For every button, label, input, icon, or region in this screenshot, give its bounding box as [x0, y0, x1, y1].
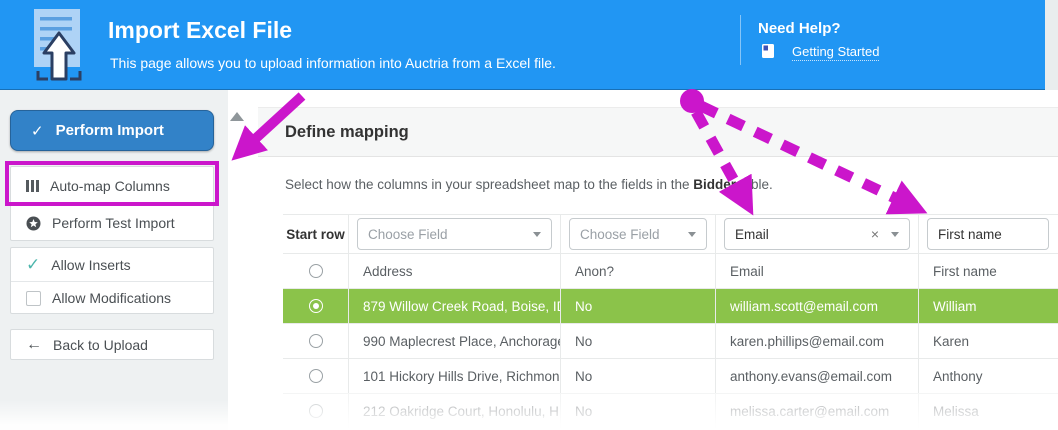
define-mapping-panel: Define mapping Select how the columns in… [258, 90, 1058, 430]
allow-modifications-toggle[interactable]: Allow Modifications [11, 282, 213, 314]
left-arrow-icon: ← [26, 335, 42, 353]
field-mapping-row: Start row Choose Field Choose Field Emai… [283, 214, 1058, 253]
start-row-radio[interactable] [308, 369, 323, 383]
document-upload-icon [22, 7, 86, 88]
perform-test-import-button[interactable]: Perform Test Import [11, 205, 213, 241]
mapping-instruction: Select how the columns in your spreadshe… [285, 177, 773, 192]
panel-title: Define mapping [258, 107, 1058, 157]
header-right-strip [1045, 0, 1058, 90]
chevron-down-icon [891, 231, 899, 237]
start-row-radio-selected[interactable] [308, 299, 323, 313]
start-row-radio[interactable] [308, 404, 323, 418]
perform-import-label: Perform Import [55, 122, 164, 139]
perform-test-import-label: Perform Test Import [52, 215, 175, 231]
back-to-upload-button[interactable]: ← Back to Upload [11, 330, 213, 359]
allow-inserts-toggle[interactable]: ✓ Allow Inserts [11, 248, 213, 281]
chevron-down-icon [533, 231, 541, 237]
back-to-upload-label: Back to Upload [53, 336, 148, 353]
automap-columns-label: Auto-map Columns [50, 177, 170, 194]
columns-icon [26, 179, 39, 192]
star-circle-icon [26, 216, 41, 231]
check-icon: ✓ [31, 122, 44, 140]
table-row-selected: 879 Willow Creek Road, Boise, ID 83701 N… [283, 288, 1058, 323]
automap-columns-button[interactable]: Auto-map Columns [11, 167, 213, 204]
scroll-up-indicator[interactable] [230, 112, 244, 121]
empty-checkbox-icon [26, 290, 41, 306]
page-subtitle: This page allows you to upload informati… [110, 55, 556, 71]
allow-inserts-label: Allow Inserts [51, 256, 131, 273]
page-title: Import Excel File [108, 17, 293, 43]
field-select-firstname[interactable]: First name [927, 218, 1049, 250]
chevron-down-icon [688, 231, 696, 237]
start-row-radio[interactable] [308, 334, 323, 348]
mapping-actions-card: Auto-map Columns Perform Test Import [10, 166, 214, 241]
mapping-table: Start row Choose Field Choose Field Emai… [283, 214, 1058, 428]
field-select-1[interactable]: Choose Field [357, 218, 552, 250]
table-row: Address Anon? Email First name [283, 253, 1058, 288]
import-excel-page: Import Excel File This page allows you t… [0, 0, 1058, 430]
book-icon [761, 44, 775, 63]
table-name: Bidder [693, 177, 736, 192]
getting-started-link[interactable]: Getting Started [792, 44, 880, 61]
page-header: Import Excel File This page allows you t… [0, 0, 1045, 90]
start-row-radio[interactable] [308, 264, 323, 278]
header-divider [740, 15, 741, 65]
options-card: ✓ Allow Inserts Allow Modifications [10, 247, 214, 314]
clear-selection-icon[interactable]: × [871, 226, 879, 242]
checkmark-icon: ✓ [26, 254, 41, 274]
perform-import-button[interactable]: ✓ Perform Import [10, 110, 214, 151]
need-help-heading: Need Help? [758, 20, 841, 37]
sidebar: ✓ Perform Import Auto-map Columns Perfor… [0, 90, 228, 430]
field-select-email[interactable]: Email × [724, 218, 910, 250]
table-row: 990 Maplecrest Place, Anchorage, AK ... … [283, 323, 1058, 358]
table-row: 212 Oakridge Court, Honolulu, HI 96813 N… [283, 393, 1058, 428]
table-row: 101 Hickory Hills Drive, Richmond, VA ..… [283, 358, 1058, 393]
start-row-label: Start row [286, 226, 345, 242]
back-card: ← Back to Upload [10, 329, 214, 360]
allow-modifications-label: Allow Modifications [52, 290, 172, 306]
field-select-2[interactable]: Choose Field [569, 218, 707, 250]
